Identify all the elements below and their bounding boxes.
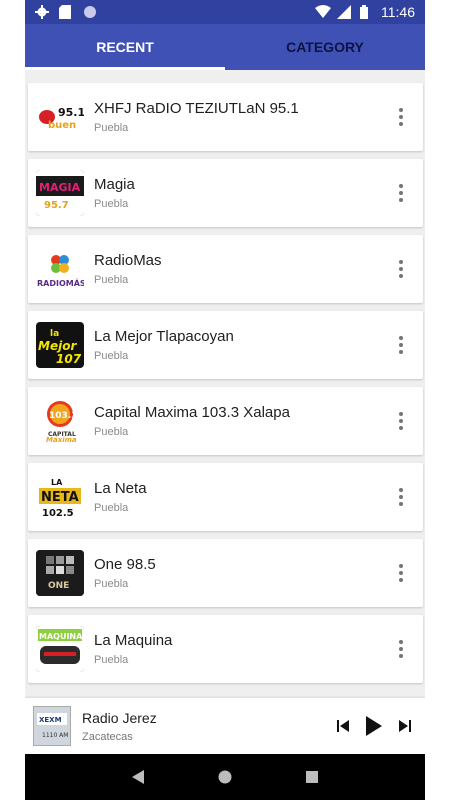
station-region: Puebla (94, 350, 129, 362)
skip-previous-icon[interactable] (331, 714, 355, 738)
list-item[interactable]: ONE One 98.5 Puebla (28, 539, 423, 607)
list-item[interactable]: MAGIA 95.7 Magia Puebla (28, 159, 423, 227)
play-icon[interactable] (362, 714, 386, 738)
circle-notification-icon (83, 5, 97, 19)
list-item[interactable]: 95.1 buen XHFJ RaDIO TEZIUTLaN 95.1 Puebl… (28, 83, 423, 151)
player-subtitle: Zacatecas (82, 731, 133, 743)
svg-text:107: 107 (56, 352, 82, 366)
station-name: La Neta (94, 480, 147, 497)
svg-text:LA: LA (51, 478, 63, 487)
recents-icon[interactable] (300, 765, 324, 789)
tab-recent[interactable]: RECENT (25, 24, 225, 70)
svg-text:la: la (50, 329, 59, 339)
station-name: Capital Maxima 103.3 Xalapa (94, 404, 290, 421)
svg-text:RADIOMÁS: RADIOMÁS (37, 277, 84, 288)
station-logo: ONE (36, 550, 84, 596)
signal-icon (337, 5, 351, 19)
more-options-icon[interactable] (393, 485, 409, 509)
wifi-icon (315, 5, 331, 19)
station-name: La Maquina (94, 632, 173, 649)
svg-text:MAGIA: MAGIA (39, 181, 81, 194)
station-region: Puebla (94, 502, 129, 514)
station-logo: MAQUINA (36, 626, 84, 672)
app-frame: 11:46 RECENT CATEGORY 95.1 buen XHFJ RaDI… (25, 0, 425, 800)
station-region: Puebla (94, 578, 129, 590)
station-name: XHFJ RaDIO TEZIUTLaN 95.1 (94, 100, 299, 117)
station-name: One 98.5 (94, 556, 156, 573)
station-region: Puebla (94, 426, 129, 438)
list-item[interactable]: RADIOMÁS RadioMas Puebla (28, 235, 423, 303)
more-options-icon[interactable] (393, 333, 409, 357)
more-options-icon[interactable] (393, 181, 409, 205)
station-name: Magia (94, 176, 135, 193)
more-options-icon[interactable] (393, 105, 409, 129)
home-icon[interactable] (213, 765, 237, 789)
list-item[interactable]: MAQUINA La Maquina Puebla (28, 615, 423, 683)
station-logo: LA NETA 102.5 (36, 474, 84, 520)
list-item[interactable]: LA NETA 102.5 La Neta Puebla (28, 463, 423, 531)
station-name: La Mejor Tlapacoyan (94, 328, 234, 345)
settings-icon (35, 5, 49, 19)
station-logo: la Mejor 107 (36, 322, 84, 368)
more-options-icon[interactable] (393, 409, 409, 433)
status-time: 11:46 (381, 4, 415, 20)
station-logo: 103.3 CAPITAL Máxima (36, 398, 84, 444)
tab-category[interactable]: CATEGORY (225, 24, 425, 70)
station-logo: MAGIA 95.7 (36, 170, 84, 216)
svg-text:103.3: 103.3 (49, 411, 77, 421)
status-bar: 11:46 (25, 0, 425, 24)
station-name: RadioMas (94, 252, 162, 269)
svg-text:Máxima: Máxima (46, 436, 77, 444)
more-options-icon[interactable] (393, 637, 409, 661)
svg-text:XEXM: XEXM (39, 716, 62, 724)
battery-icon (359, 5, 373, 19)
player-thumbnail: XEXM 1110 AM (33, 706, 71, 746)
more-options-icon[interactable] (393, 561, 409, 585)
svg-text:buen: buen (48, 120, 76, 131)
station-logo: 95.1 buen (36, 94, 84, 140)
station-region: Puebla (94, 198, 129, 210)
list-item[interactable]: 103.3 CAPITAL Máxima Capital Maxima 103.3 … (28, 387, 423, 455)
station-region: Puebla (94, 122, 129, 134)
svg-text:Mejor: Mejor (38, 339, 77, 353)
svg-text:1110 AM: 1110 AM (42, 732, 68, 739)
svg-text:95.7: 95.7 (44, 200, 69, 211)
svg-text:NETA: NETA (41, 490, 79, 505)
station-region: Puebla (94, 274, 129, 286)
station-region: Puebla (94, 654, 129, 666)
station-logo: RADIOMÁS (36, 246, 84, 292)
system-nav-bar (25, 754, 425, 800)
list-item[interactable]: la Mejor 107 La Mejor Tlapacoyan Puebla (28, 311, 423, 379)
sd-card-icon (59, 5, 73, 19)
svg-text:95.1: 95.1 (58, 106, 84, 119)
tab-bar: RECENT CATEGORY (25, 24, 425, 70)
more-options-icon[interactable] (393, 257, 409, 281)
svg-text:ONE: ONE (48, 581, 69, 591)
svg-text:102.5: 102.5 (42, 508, 74, 519)
back-icon[interactable] (126, 765, 150, 789)
player-title: Radio Jerez (82, 710, 157, 726)
skip-next-icon[interactable] (393, 714, 417, 738)
mini-player[interactable]: XEXM 1110 AM Radio Jerez Zacatecas (25, 698, 425, 754)
svg-text:MAQUINA: MAQUINA (39, 632, 83, 641)
